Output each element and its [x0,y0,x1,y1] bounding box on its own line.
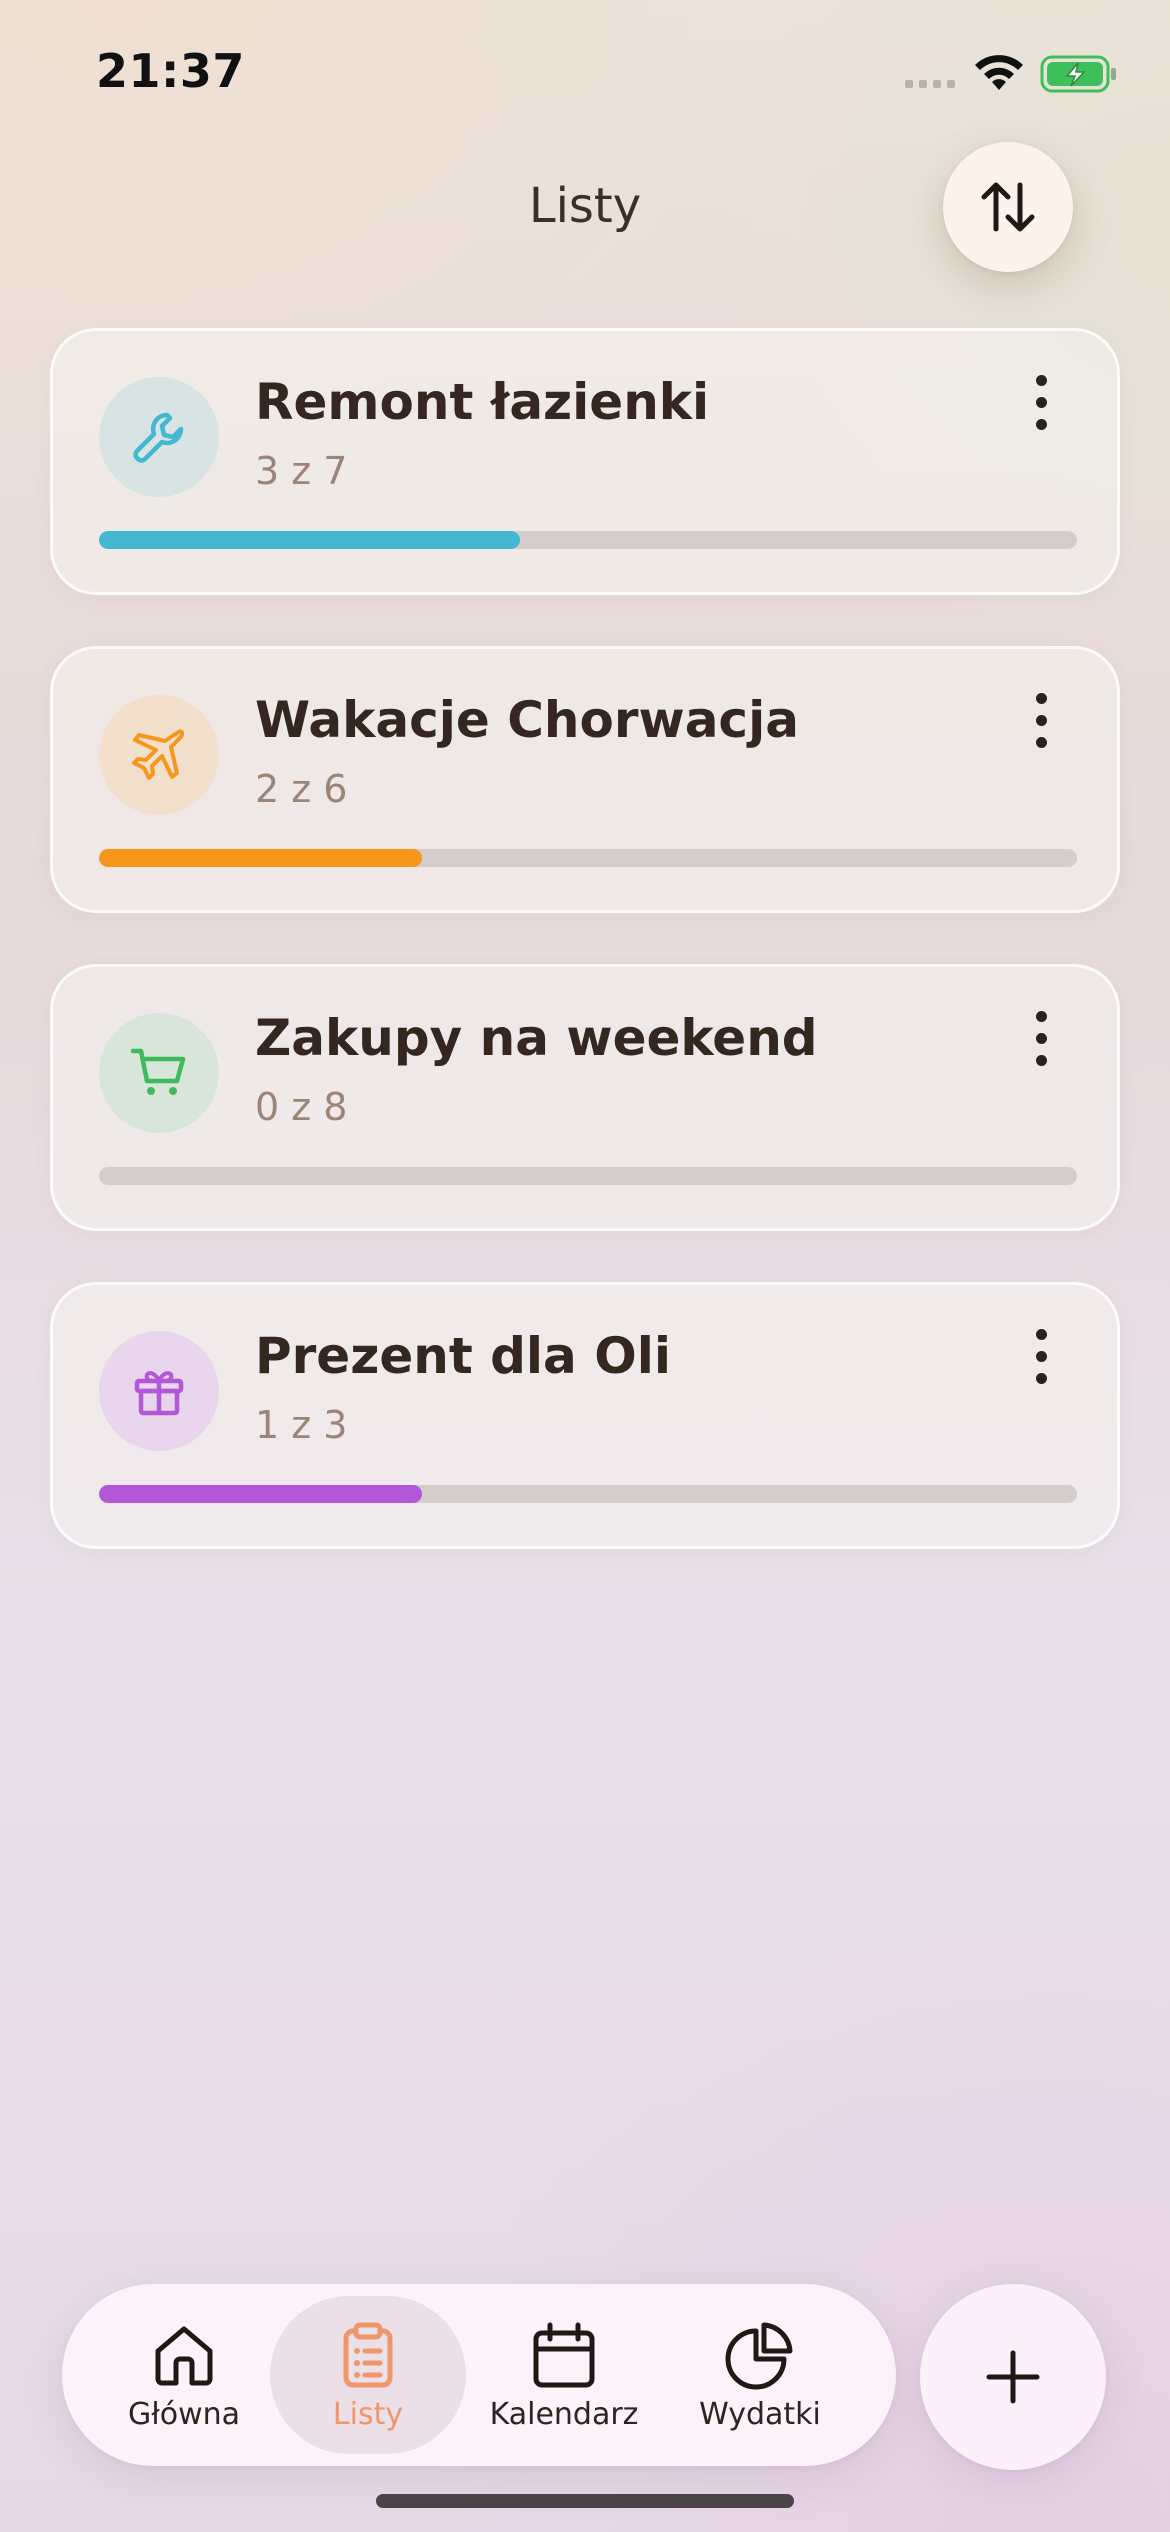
tab-label: Kalendarz [489,2396,639,2432]
list-title: Wakacje Chorwacja [255,691,799,749]
home-indicator [376,2494,794,2508]
status-bar: 21:37 [0,0,1170,150]
progress-bar [99,1485,1077,1503]
list-icon-badge [99,1331,219,1451]
progress-bar [99,1167,1077,1185]
progress-fill [99,531,520,549]
more-vertical-icon [1035,1010,1047,1022]
cart-icon [130,1048,186,1095]
status-time: 21:37 [96,44,245,98]
more-options-button[interactable] [1011,1321,1071,1391]
wifi-icon [975,55,1023,90]
tab-label: Listy [332,2396,404,2432]
list-count: 0 z 8 [255,1085,348,1129]
progress-bar [99,531,1077,549]
calendar-icon [533,2322,595,2387]
progress-fill [99,849,422,867]
home-icon [155,2326,213,2385]
plus-icon [986,2350,1040,2404]
more-options-button[interactable] [1011,685,1071,755]
tab-kalendarz[interactable]: Kalendarz [466,2296,662,2454]
lists-container: Remont łazienki 3 z 7 Wakacje Chorwacja … [50,328,1120,1600]
more-vertical-icon [1035,692,1047,704]
more-options-button[interactable] [1011,1003,1071,1073]
battery-charging-icon [1040,55,1116,93]
list-count: 3 z 7 [255,449,348,493]
clipboard-list-icon [343,2322,393,2387]
list-card-prezent[interactable]: Prezent dla Oli 1 z 3 [50,1282,1120,1549]
list-title: Prezent dla Oli [255,1327,671,1385]
list-icon-badge [99,1013,219,1133]
more-options-button[interactable] [1011,367,1071,437]
tab-label: Główna [127,2396,241,2432]
tab-label: Wydatki [699,2396,821,2432]
list-title: Remont łazienki [255,373,710,431]
wrench-icon [133,412,184,463]
airplane-icon [132,729,185,780]
tab-glowna[interactable]: Główna [86,2296,282,2454]
list-card-zakupy[interactable]: Zakupy na weekend 0 z 8 [50,964,1120,1231]
list-icon-badge [99,377,219,497]
list-title: Zakupy na weekend [255,1009,818,1067]
list-count: 1 z 3 [255,1403,348,1447]
sort-button[interactable] [943,142,1073,272]
sort-arrows-icon [981,182,1035,232]
list-icon-badge [99,695,219,815]
list-count: 2 z 6 [255,767,348,811]
more-vertical-icon [1035,1328,1047,1340]
tab-bar: Główna Listy Kalendarz Wydatki [62,2284,896,2466]
more-vertical-icon [1035,374,1047,386]
cellular-signal-icon [905,80,955,88]
tab-wydatki[interactable]: Wydatki [662,2296,858,2454]
tab-listy[interactable]: Listy [270,2296,466,2454]
list-card-remont[interactable]: Remont łazienki 3 z 7 [50,328,1120,595]
add-list-button[interactable] [920,2284,1106,2470]
progress-fill [99,1485,422,1503]
list-card-wakacje[interactable]: Wakacje Chorwacja 2 z 6 [50,646,1120,913]
gift-icon [134,1371,184,1416]
pie-chart-icon [725,2322,793,2389]
progress-bar [99,849,1077,867]
